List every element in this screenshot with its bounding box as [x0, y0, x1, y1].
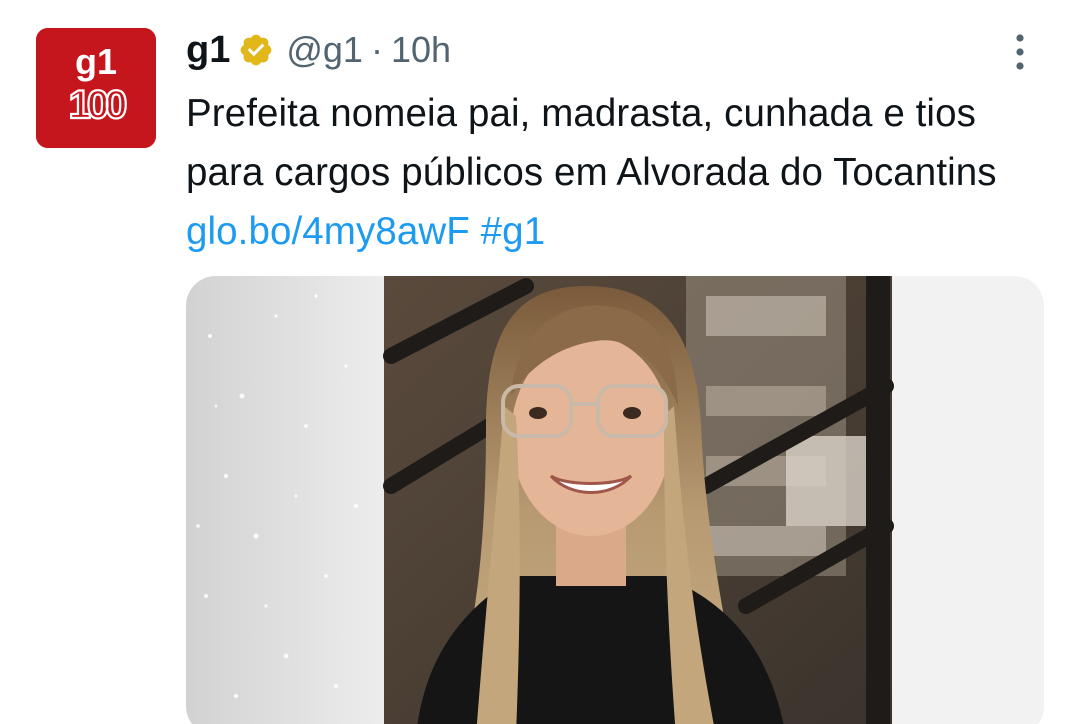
g1-100-logo: g1 100: [36, 28, 156, 148]
gold-verified-badge-icon[interactable]: [238, 32, 274, 68]
separator-dot: ·: [370, 29, 383, 70]
tweet-timestamp[interactable]: 10h: [391, 29, 451, 71]
tweet-text: Prefeita nomeia pai, madrasta, cunhada e…: [186, 84, 1056, 261]
tweet-body: Prefeita nomeia pai, madrasta, cunhada e…: [186, 92, 997, 194]
logo-text-bottom: 100: [69, 83, 126, 127]
tweet[interactable]: g1 100 g1 @g1 · 10h Prefeita nomeia pai,…: [0, 0, 1080, 724]
author-handle[interactable]: @g1: [286, 29, 363, 71]
logo-text-top: g1: [75, 41, 117, 82]
tweet-header: g1 @g1 · 10h: [186, 24, 451, 76]
tweet-link[interactable]: glo.bo/4my8awF: [186, 210, 470, 253]
author-display-name[interactable]: g1: [186, 29, 230, 72]
author-avatar[interactable]: g1 100: [36, 28, 156, 148]
tweet-photo[interactable]: [186, 276, 1044, 724]
photo-image: [186, 276, 1044, 724]
more-options-icon[interactable]: [1004, 30, 1036, 74]
tweet-hashtag[interactable]: #g1: [481, 210, 546, 253]
